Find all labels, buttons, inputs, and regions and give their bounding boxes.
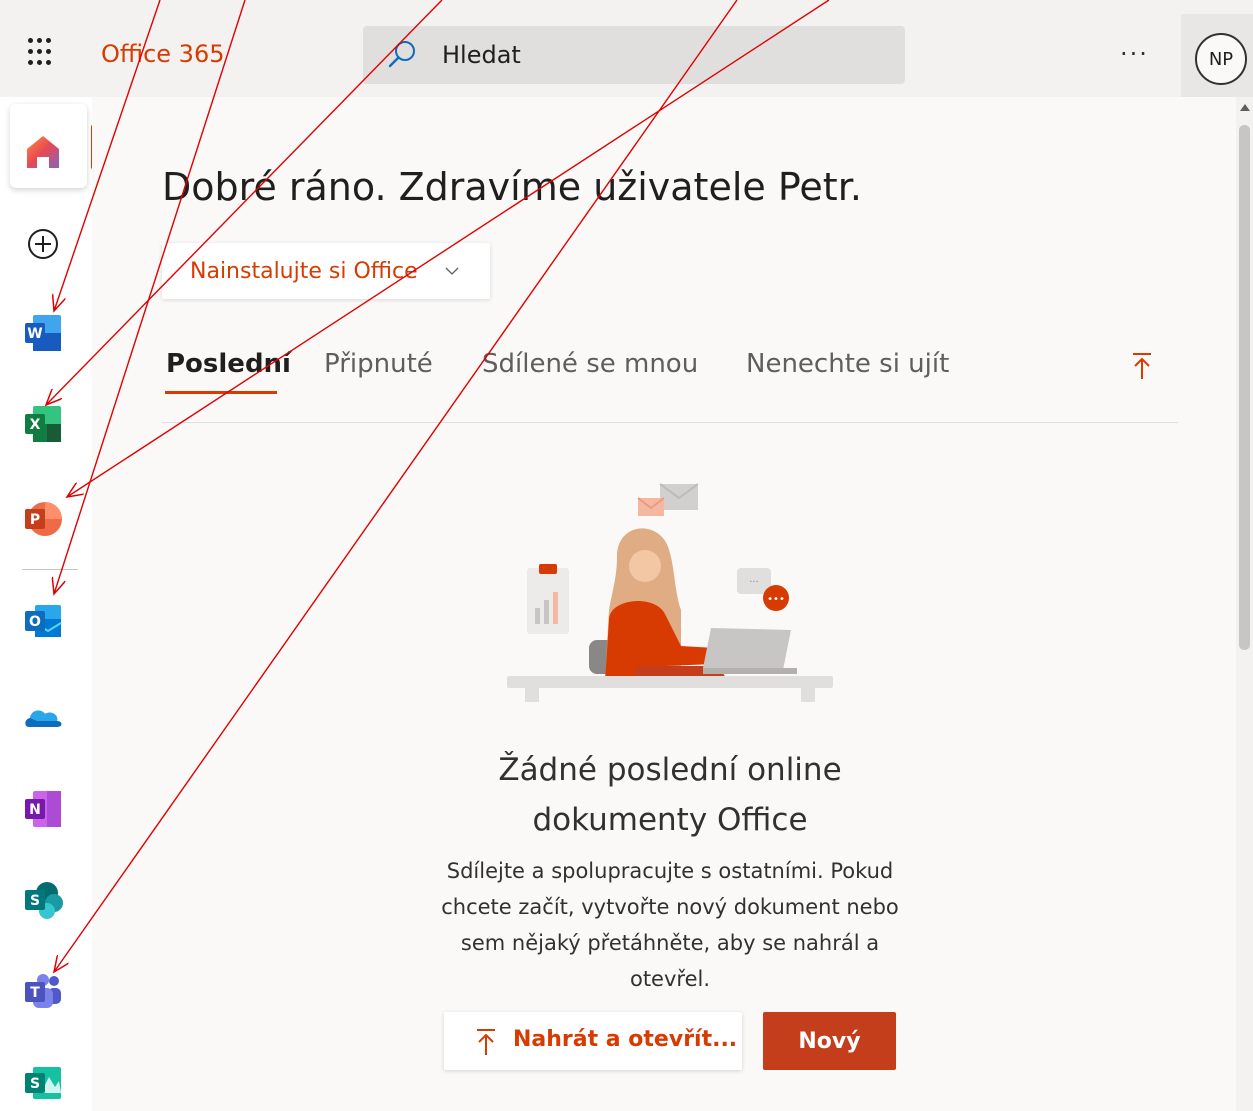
tab-dont-miss[interactable]: Nenechte si ujít [746,349,949,379]
tab-pinned[interactable]: Připnuté [324,349,433,379]
chevron-down-icon [445,267,459,275]
svg-text:X: X [30,417,41,433]
tab-shared[interactable]: Sdílené se mnou [482,349,698,379]
scrollbar-thumb[interactable] [1239,125,1250,650]
search-placeholder: Hledat [442,41,521,69]
empty-desc-line: Sdílejte a spolupracujte s ostatními. Po… [446,859,894,883]
home-icon [27,136,59,168]
search-icon [388,41,415,68]
upload-icon [477,1029,495,1055]
upload-and-open-button[interactable]: Nahrát a otevřít... [444,1012,742,1070]
onedrive-icon[interactable] [23,697,63,737]
svg-text:W: W [27,326,42,342]
empty-state-title: Žádné poslední online dokumenty Office [430,745,910,845]
outlook-icon[interactable]: O [23,601,63,641]
sway-icon[interactable]: S [23,1063,63,1103]
empty-state-description: Sdílejte a spolupracujte s ostatními. Po… [415,853,925,997]
sharepoint-icon[interactable]: S [23,880,63,920]
install-office-label: Nainstalujte si Office [190,258,418,284]
upload-and-open-label: Nahrát a otevřít... [513,1027,738,1052]
svg-text:•••: ••• [767,594,785,605]
svg-text:S: S [30,893,40,909]
more-options-button[interactable]: ··· [1120,40,1149,68]
empty-desc-line: otevřel. [629,967,711,991]
upload-icon[interactable] [1130,351,1154,381]
onenote-icon[interactable]: N [23,789,63,829]
empty-desc-line: sem nějaký přetáhněte, aby se nahrál a [460,931,880,955]
svg-text:P: P [30,512,40,528]
brand-title[interactable]: Office 365 [101,40,225,68]
new-document-label: Nový [798,1028,861,1054]
new-document-button[interactable]: Nový [763,1012,896,1070]
empty-title-line: dokumenty Office [532,802,808,838]
teams-icon[interactable]: T [23,972,63,1012]
powerpoint-icon[interactable]: P [23,499,63,539]
install-office-button[interactable]: Nainstalujte si Office [162,243,490,299]
avatar[interactable]: NP [1195,33,1247,85]
empty-desc-line: chcete začít, vytvořte nový dokument neb… [441,895,899,919]
svg-text:···: ··· [749,577,759,588]
app-launcher-icon[interactable] [28,38,58,68]
rail-divider [22,569,78,570]
tab-recent[interactable]: Poslední [166,349,291,379]
page-title: Dobré ráno. Zdravíme uživatele Petr. [162,165,862,209]
excel-icon[interactable]: X [23,404,63,444]
svg-text:S: S [30,1076,40,1092]
svg-text:T: T [30,985,40,1001]
scroll-up-arrow[interactable] [1240,104,1250,111]
svg-text:O: O [29,614,41,630]
word-icon[interactable]: W [23,313,63,353]
active-tab-underline [165,391,277,394]
plus-circle-icon[interactable] [26,227,60,261]
empty-title-line: Žádné poslední online [498,752,842,788]
tabs-divider [162,422,1178,423]
empty-state-illustration: ··· ••• [507,483,833,702]
svg-text:N: N [29,802,41,818]
